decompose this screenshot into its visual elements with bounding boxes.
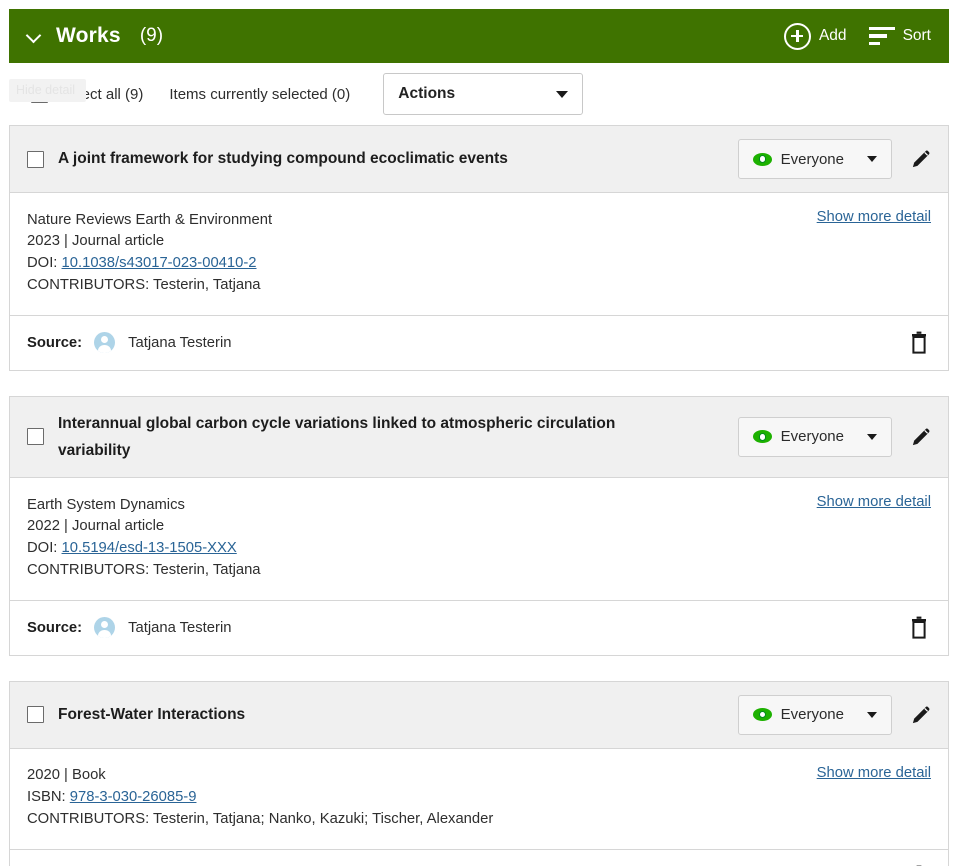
work-card-body: 2020 | Book ISBN: 978-3-030-26085-9 CONT… (10, 749, 948, 850)
visibility-label: Everyone (780, 150, 844, 168)
identifier-label: DOI: (27, 540, 62, 557)
work-journal: Earth System Dynamics (27, 496, 185, 513)
work-select-checkbox[interactable] (27, 428, 44, 446)
plus-circle-icon (783, 22, 811, 50)
work-card-header: A joint framework for studying compound … (10, 126, 948, 193)
work-journal: Nature Reviews Earth & Environment (27, 211, 273, 228)
work-card-footer: Source: Tatjana Testerin (10, 601, 948, 655)
source-label: Source: (27, 334, 83, 351)
work-year-type: 2023 | Journal article (27, 233, 165, 250)
work-identifier-row: ISBN: 978-3-030-26085-9 (27, 787, 799, 809)
eye-icon (752, 708, 772, 722)
section-header-actions: Add Sort (783, 22, 931, 50)
trash-icon[interactable] (907, 330, 931, 356)
visibility-dropdown[interactable]: Everyone (737, 416, 892, 457)
work-metadata: Earth System Dynamics 2022 | Journal art… (27, 494, 799, 582)
work-card: Interannual global carbon cycle variatio… (9, 395, 949, 656)
identifier-link[interactable]: 978-3-030-26085-9 (70, 789, 197, 805)
visibility-dropdown[interactable]: Everyone (737, 694, 892, 735)
work-card: Forest-Water Interactions Everyone 2020 … (9, 680, 949, 866)
add-button-label: Add (818, 27, 847, 44)
work-contributors: CONTRIBUTORS: Testerin, Tatjana; Nanko, … (27, 811, 494, 828)
visibility-label: Everyone (780, 428, 844, 446)
trash-icon[interactable] (907, 615, 931, 641)
actions-dropdown[interactable]: Actions (383, 73, 584, 115)
chevron-down-icon (867, 711, 877, 718)
section-header-left: Works (9) (27, 24, 163, 48)
work-title: Interannual global carbon cycle variatio… (58, 414, 616, 459)
selection-toolbar: Select all (9) Items currently selected … (9, 63, 949, 125)
sort-button-label: Sort (902, 27, 931, 44)
work-card-body: Nature Reviews Earth & Environment 2023 … (10, 193, 948, 316)
work-card-footer: Source: Tatjana Testerin (10, 316, 948, 370)
chevron-down-icon (867, 156, 877, 162)
work-title: Forest-Water Interactions (58, 706, 246, 724)
work-card-header: Forest-Water Interactions Everyone (10, 681, 948, 749)
sort-button[interactable]: Sort (868, 27, 931, 45)
work-card-body: Earth System Dynamics 2022 | Journal art… (10, 478, 948, 601)
work-title: A joint framework for studying compound … (58, 150, 508, 168)
actions-dropdown-label: Actions (398, 85, 456, 102)
add-button[interactable]: Add (783, 22, 847, 50)
show-more-detail-link[interactable]: Show more detail (817, 209, 931, 225)
eye-icon (752, 430, 772, 444)
show-more-detail-link[interactable]: Show more detail (817, 494, 931, 510)
source-label: Source: (27, 619, 83, 636)
work-header-actions: Everyone (737, 694, 934, 735)
work-identifier-row: DOI: 10.5194/esd-13-1505-XXX (27, 538, 799, 560)
identifier-link[interactable]: 10.1038/s43017-023-00410-2 (62, 255, 257, 271)
work-card-footer: Source: Tatjana Testerin (10, 850, 948, 866)
sort-lines-icon (868, 27, 895, 45)
user-avatar-icon (94, 332, 116, 354)
work-year-type: 2022 | Journal article (27, 518, 165, 535)
work-contributors: CONTRIBUTORS: Testerin, Tatjana (27, 562, 261, 579)
work-header-actions: Everyone (737, 139, 934, 179)
identifier-link[interactable]: 10.5194/esd-13-1505-XXX (62, 540, 237, 556)
pencil-icon[interactable] (908, 702, 934, 728)
selected-count-status: Items currently selected (0) (169, 85, 351, 103)
eye-icon (752, 152, 772, 166)
work-card: A joint framework for studying compound … (9, 125, 949, 371)
work-card-header: Interannual global carbon cycle variatio… (10, 396, 948, 478)
work-select-checkbox[interactable] (27, 150, 44, 168)
hide-detail-ghost-label: Hide detail (9, 79, 87, 102)
identifier-label: DOI: (27, 255, 62, 272)
pencil-icon[interactable] (908, 146, 934, 172)
user-avatar-icon (94, 617, 116, 639)
work-metadata: Nature Reviews Earth & Environment 2023 … (27, 209, 799, 297)
work-identifier-row: DOI: 10.1038/s43017-023-00410-2 (27, 253, 799, 275)
visibility-label: Everyone (780, 706, 844, 724)
works-section-header: Works (9) Add Sort Hide detail (9, 9, 949, 102)
work-metadata: 2020 | Book ISBN: 978-3-030-26085-9 CONT… (27, 765, 799, 831)
work-year-type: 2020 | Book (27, 767, 106, 784)
source-name: Tatjana Testerin (128, 619, 232, 636)
works-list: A joint framework for studying compound … (0, 125, 958, 866)
chevron-down-icon[interactable] (27, 28, 43, 44)
work-contributors: CONTRIBUTORS: Testerin, Tatjana (27, 277, 261, 294)
visibility-dropdown[interactable]: Everyone (737, 139, 892, 179)
show-more-detail-link[interactable]: Show more detail (817, 765, 931, 781)
chevron-down-icon (867, 433, 877, 440)
source-name: Tatjana Testerin (128, 334, 232, 351)
page-title: Works (56, 24, 121, 47)
work-header-actions: Everyone (737, 416, 934, 457)
works-count: (9) (139, 25, 164, 46)
pencil-icon[interactable] (908, 424, 934, 450)
chevron-down-icon (556, 90, 569, 98)
identifier-label: ISBN: (27, 789, 70, 806)
work-select-checkbox[interactable] (27, 706, 44, 724)
